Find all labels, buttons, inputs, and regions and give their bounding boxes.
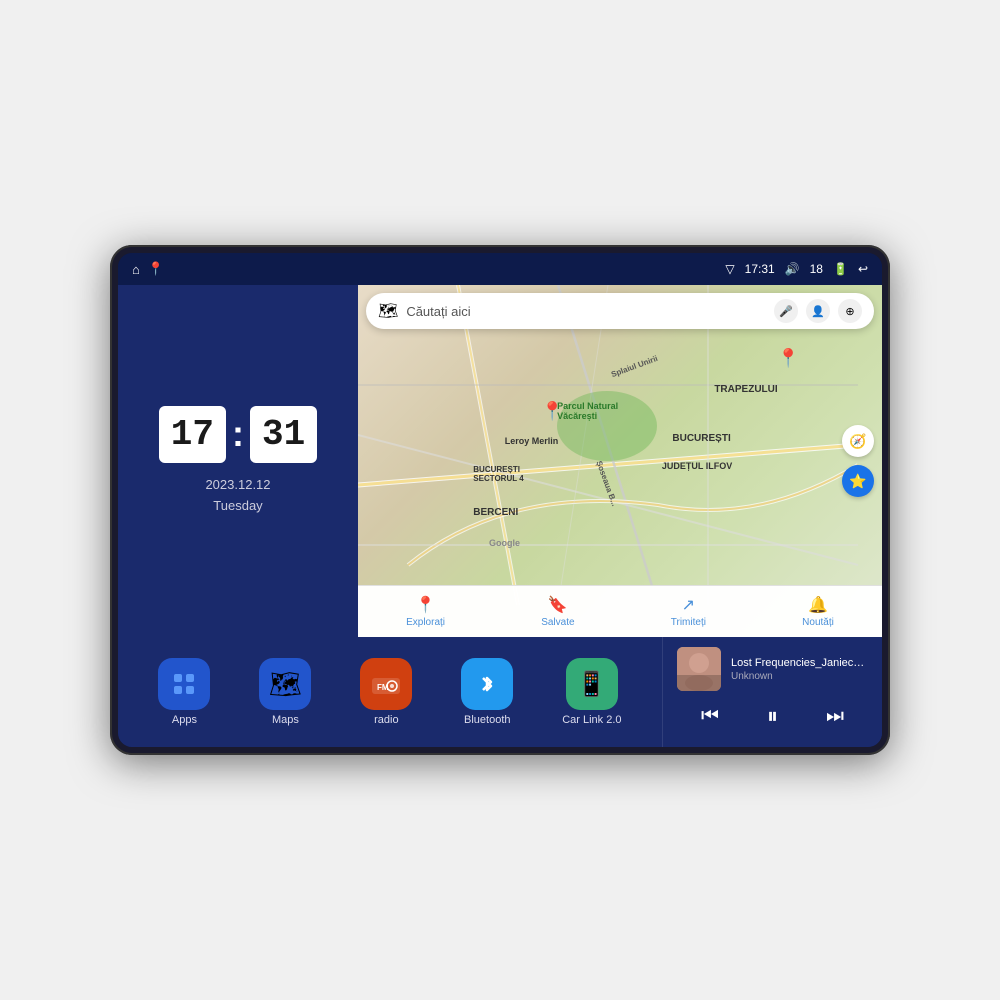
- music-text: Lost Frequencies_Janieck Devy-... Unknow…: [731, 657, 868, 682]
- bottom-row: Apps 🗺 Maps: [118, 637, 882, 747]
- map-compass-btn[interactable]: 🧭: [842, 425, 874, 457]
- map-label-bucuresti: BUCUREȘTI: [672, 433, 730, 444]
- map-label-google: Google: [489, 538, 520, 548]
- music-info: Lost Frequencies_Janieck Devy-... Unknow…: [677, 647, 868, 691]
- clock-display: 17 : 31: [159, 406, 317, 463]
- next-button[interactable]: ⏭: [822, 701, 848, 732]
- device-screen: ⌂ 📍 ▽ 17:31 🔊 18 🔋 ↩ 17 :: [118, 253, 882, 747]
- map-search-placeholder[interactable]: Căutați aici: [406, 304, 766, 319]
- app-item-maps[interactable]: 🗺 Maps: [259, 658, 311, 726]
- carlink-label: Car Link 2.0: [562, 714, 621, 726]
- apps-label: Apps: [172, 714, 197, 726]
- battery-icon: 🔋: [833, 262, 848, 276]
- map-label-sector4: BUCUREȘTISECTORUL 4: [473, 465, 523, 483]
- app-item-radio[interactable]: FM radio: [360, 658, 412, 726]
- explore-label: Explorați: [406, 617, 445, 628]
- map-nav-saved[interactable]: 🔖 Salvate: [533, 591, 582, 632]
- map-label-berceni: BERCENI: [473, 507, 518, 518]
- clock-colon: :: [232, 416, 244, 452]
- share-icon: ↗: [682, 595, 695, 615]
- map-pin-2: 📍: [777, 348, 799, 369]
- main-content: 17 : 31 2023.12.12 Tuesday: [118, 285, 882, 747]
- maps-label: Maps: [272, 714, 299, 726]
- saved-icon: 🔖: [548, 595, 568, 615]
- music-thumbnail: [677, 647, 721, 691]
- map-label-trapezului: TRAPEZULUI: [714, 384, 777, 395]
- map-label-ilfov: JUDEȚUL ILFOV: [662, 461, 732, 471]
- apps-icon: [158, 658, 210, 710]
- saved-label: Salvate: [541, 617, 574, 628]
- top-row: 17 : 31 2023.12.12 Tuesday: [118, 285, 882, 637]
- app-item-apps[interactable]: Apps: [158, 658, 210, 726]
- app-item-bluetooth[interactable]: Bluetooth: [461, 658, 513, 726]
- svg-text:FM: FM: [377, 683, 389, 692]
- music-player: Lost Frequencies_Janieck Devy-... Unknow…: [662, 637, 882, 747]
- bluetooth-icon-btn: [461, 658, 513, 710]
- map-panel[interactable]: TRAPEZULUI BUCUREȘTI JUDEȚUL ILFOV Parcu…: [358, 285, 882, 637]
- home-icon[interactable]: ⌂: [132, 262, 140, 277]
- map-label-leroy: Leroy Merlin: [505, 436, 559, 446]
- map-pin-1: 📍: [541, 401, 563, 422]
- music-controls: ⏮ ⏸ ⏭: [677, 695, 868, 737]
- status-bar: ⌂ 📍 ▽ 17:31 🔊 18 🔋 ↩: [118, 253, 882, 285]
- status-time: 17:31: [745, 262, 775, 276]
- prev-button[interactable]: ⏮: [697, 701, 723, 732]
- layers-btn[interactable]: ⊕: [838, 299, 862, 323]
- volume-icon: 🔊: [785, 262, 800, 276]
- map-navigate-btn[interactable]: ⭐: [842, 465, 874, 497]
- music-title: Lost Frequencies_Janieck Devy-...: [731, 657, 868, 669]
- bluetooth-label: Bluetooth: [464, 714, 510, 726]
- map-nav-updates[interactable]: 🔔 Noutăți: [794, 591, 842, 632]
- maps-icon-btn: 🗺: [259, 658, 311, 710]
- share-label: Trimiteți: [671, 617, 706, 628]
- back-icon[interactable]: ↩: [858, 262, 868, 276]
- updates-label: Noutăți: [802, 617, 834, 628]
- status-left: ⌂ 📍: [132, 261, 164, 277]
- google-maps-logo: 🗺: [378, 301, 398, 321]
- app-item-carlink[interactable]: 📱 Car Link 2.0: [562, 658, 621, 726]
- radio-label: radio: [374, 714, 398, 726]
- apps-row: Apps 🗺 Maps: [118, 637, 662, 747]
- map-search-icons: 🎤 👤 ⊕: [774, 299, 862, 323]
- clock-minutes: 31: [250, 406, 317, 463]
- radio-icon-btn: FM: [360, 658, 412, 710]
- volume-level: 18: [810, 262, 823, 276]
- device-frame: ⌂ 📍 ▽ 17:31 🔊 18 🔋 ↩ 17 :: [110, 245, 890, 755]
- map-label-parc: Parcul NaturalVăcărești: [557, 401, 618, 421]
- map-bottom-nav: 📍 Explorați 🔖 Salvate ↗ Trimiteți 🔔: [358, 585, 882, 637]
- play-pause-button[interactable]: ⏸: [763, 699, 782, 733]
- updates-icon: 🔔: [808, 595, 828, 615]
- music-artist: Unknown: [731, 671, 868, 682]
- voice-search-btn[interactable]: 🎤: [774, 299, 798, 323]
- maps-status-icon[interactable]: 📍: [148, 261, 164, 277]
- explore-icon: 📍: [416, 595, 436, 615]
- carlink-icon-btn: 📱: [566, 658, 618, 710]
- clock-date: 2023.12.12 Tuesday: [205, 475, 270, 517]
- clock-hours: 17: [159, 406, 226, 463]
- map-search-bar[interactable]: 🗺 Căutați aici 🎤 👤 ⊕: [366, 293, 874, 329]
- map-nav-explore[interactable]: 📍 Explorați: [398, 591, 453, 632]
- profile-btn[interactable]: 👤: [806, 299, 830, 323]
- clock-panel: 17 : 31 2023.12.12 Tuesday: [118, 285, 358, 637]
- status-right: ▽ 17:31 🔊 18 🔋 ↩: [725, 262, 868, 276]
- signal-icon: ▽: [725, 262, 734, 276]
- map-nav-share[interactable]: ↗ Trimiteți: [663, 591, 714, 632]
